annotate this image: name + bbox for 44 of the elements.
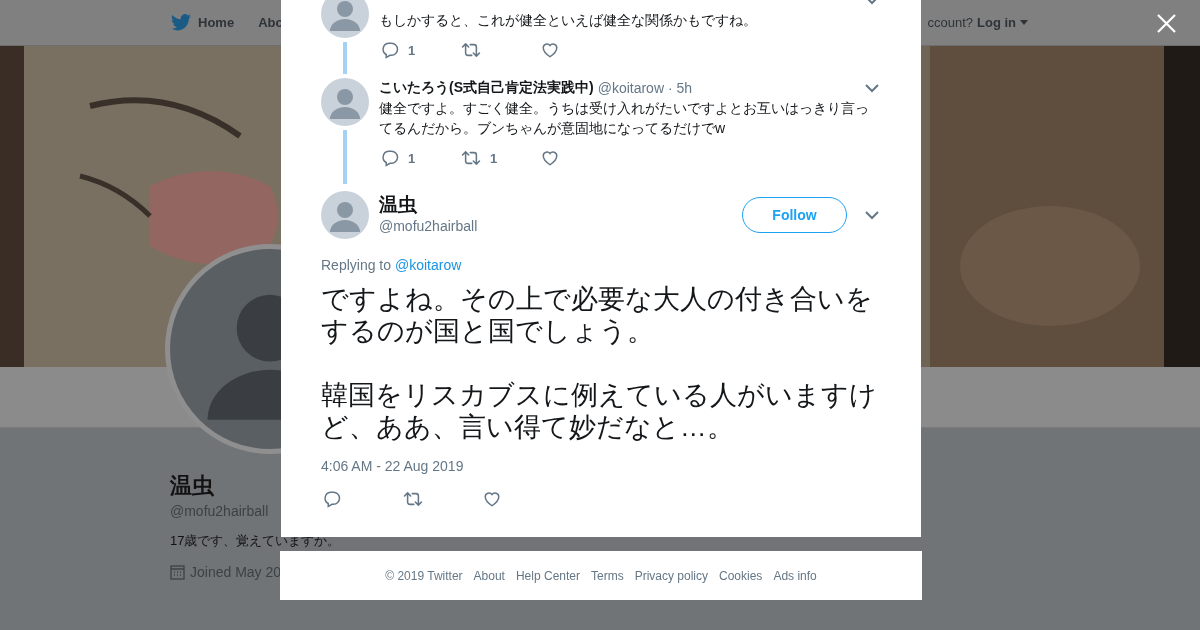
heart-icon[interactable] <box>541 41 559 59</box>
tweet-timestamp[interactable]: 4:06 AM - 22 Aug 2019 <box>321 456 881 476</box>
avatar[interactable] <box>321 191 369 239</box>
reply-icon[interactable] <box>323 490 341 508</box>
chevron-down-icon[interactable] <box>865 210 879 220</box>
footer-link[interactable]: Terms <box>591 568 624 583</box>
login-link[interactable]: Log in <box>977 15 1016 30</box>
caret-icon <box>1020 20 1028 25</box>
profile-name: 温虫 <box>170 473 215 499</box>
close-icon[interactable] <box>1157 14 1176 33</box>
tweet-text: ですよね。その上で必要な大人の付き合いをするのが国と国でしょう。 <box>321 283 874 347</box>
calendar-icon <box>170 564 185 580</box>
mention-link[interactable]: @koitarow <box>394 257 462 273</box>
author-handle[interactable]: @mofu2hairball <box>379 216 742 236</box>
heart-icon[interactable] <box>541 149 559 167</box>
account-prompt: ccount? <box>927 15 973 30</box>
footer-link[interactable]: Cookies <box>719 568 763 583</box>
retweet-icon[interactable] <box>403 490 423 508</box>
avatar[interactable] <box>321 78 369 126</box>
tweet-text: 韓国をリスカブスに例えている人がいますけど、ああ、言い得て妙だなと…。 <box>321 379 878 443</box>
author-handle[interactable]: @koitarow <box>597 80 664 96</box>
follow-button[interactable]: Follow <box>742 197 847 233</box>
reply-count: 1 <box>408 150 416 166</box>
retweet-icon[interactable] <box>461 149 481 167</box>
footer-link[interactable]: Privacy policy <box>634 568 708 583</box>
reply-count: 1 <box>408 42 416 58</box>
retweet-count: 1 <box>490 150 498 166</box>
nav-link[interactable]: Home <box>198 15 235 30</box>
avatar[interactable] <box>321 0 369 38</box>
author-name[interactable]: こいたろう(S式自己肯定法実践中) <box>379 79 594 97</box>
footer-link[interactable]: Help Center <box>515 568 580 583</box>
footer-link[interactable]: About <box>473 568 505 583</box>
chevron-down-icon[interactable] <box>865 83 879 93</box>
reply-icon[interactable] <box>381 149 399 167</box>
replying-to: Replying to @koitarow <box>321 256 463 275</box>
footer-link[interactable]: Ads info <box>773 568 817 583</box>
retweet-icon[interactable] <box>461 41 481 59</box>
copyright: © 2019 Twitter <box>385 568 463 583</box>
reply-icon[interactable] <box>381 41 399 59</box>
tweet-text: 健全ですよ。すごく健全。うちは受け入れがたいですよとお互いはっきり言ってるんだから。ブンちゃんが意固地になってるだけでw <box>379 99 870 138</box>
author-name[interactable]: 温虫 <box>379 194 742 216</box>
tweet-text: もしかすると、これが健全といえば健全な関係かもですね。 <box>379 11 758 30</box>
heart-icon[interactable] <box>483 490 501 508</box>
tweet-time[interactable]: · 5h <box>668 80 693 96</box>
